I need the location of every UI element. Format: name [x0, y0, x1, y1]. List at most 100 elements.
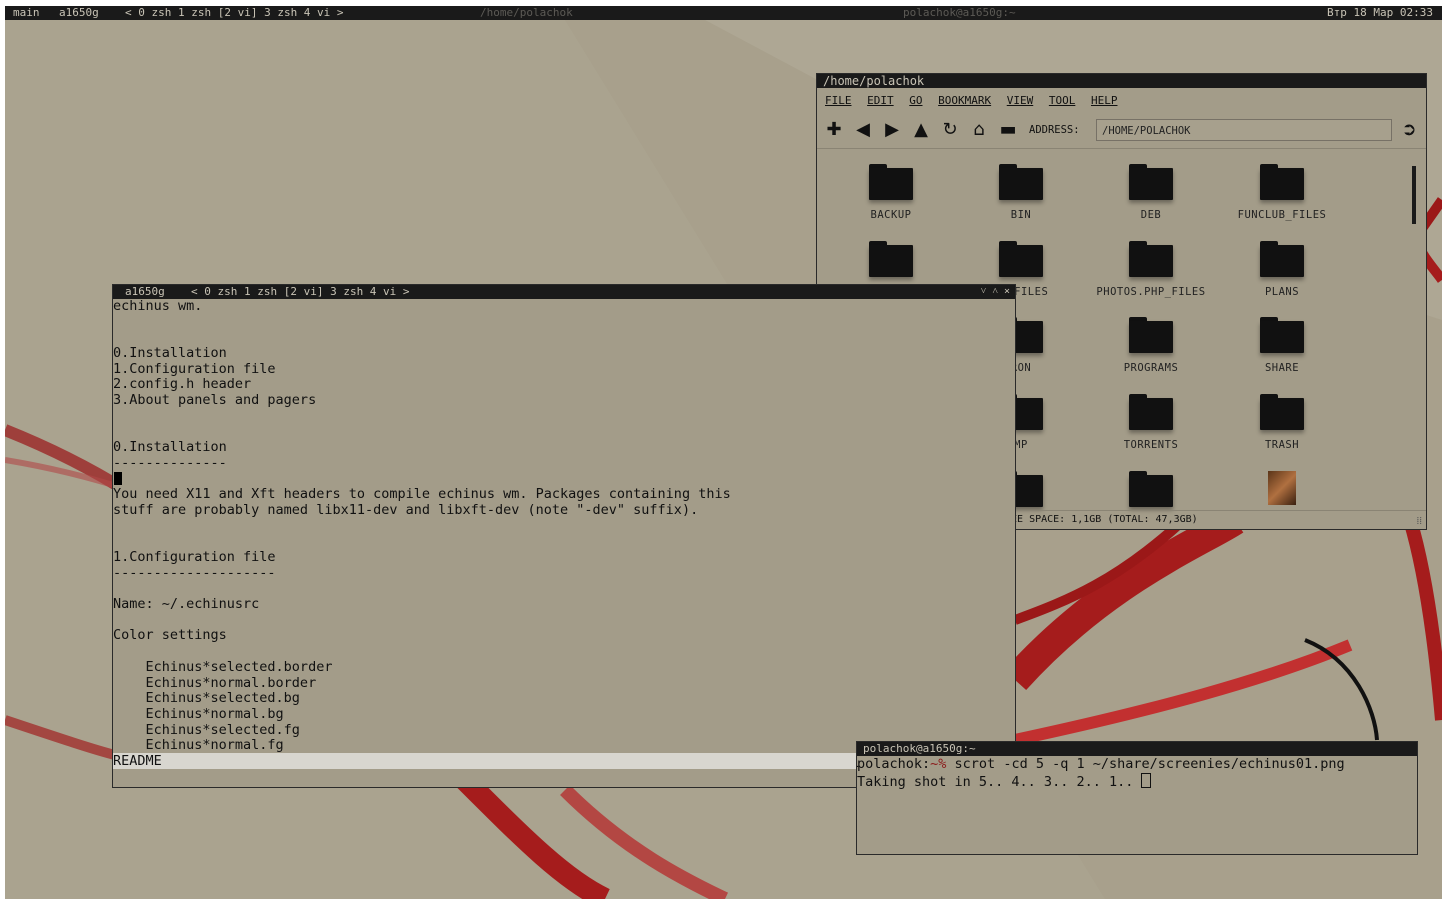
prompt-path: ~% — [930, 756, 947, 772]
folder-item[interactable]: DEB — [1086, 164, 1216, 221]
folder-item[interactable]: BIN — [956, 164, 1086, 221]
vi-line — [113, 519, 1015, 535]
folder-icon — [1260, 241, 1304, 277]
folder-item[interactable]: SHARE — [1217, 317, 1347, 374]
folder-item[interactable] — [826, 241, 956, 277]
vi-text: echinus wm. 0.Installation 1.Configuratio… — [113, 298, 1015, 754]
terminal-tags[interactable]: < 0 zsh 1 zsh [2 vi] 3 zsh 4 vi > — [191, 285, 410, 299]
prompt-user: polachok: — [857, 756, 931, 772]
open-folder-icon[interactable]: ▬ — [997, 119, 1019, 141]
folder-label: BACKUP — [870, 209, 912, 221]
folder-item[interactable]: PROGRAMS — [1086, 317, 1216, 374]
folder-item[interactable] — [1086, 471, 1216, 507]
folder-label: TORRENTS — [1123, 439, 1179, 451]
vi-line — [113, 472, 1015, 488]
shell-terminal-window[interactable]: polachok@a1650g:~ polachok:~% scrot -cd … — [856, 741, 1418, 855]
vi-line — [113, 613, 1015, 629]
up-icon[interactable]: ▲ — [910, 119, 932, 141]
forward-icon[interactable]: ▶ — [881, 119, 903, 141]
vi-line: Name: ~/.echinusrc — [113, 596, 260, 613]
folder-item[interactable]: TORRENTS — [1086, 394, 1216, 451]
folder-item[interactable]: TRASH — [1217, 394, 1347, 451]
image-file-item[interactable] — [1217, 471, 1347, 505]
vi-line — [113, 330, 1015, 346]
vi-buffer[interactable]: echinus wm. 0.Installation 1.Configuratio… — [113, 298, 1015, 787]
folder-icon — [1129, 241, 1173, 277]
folder-icon — [1129, 471, 1173, 507]
back-icon[interactable]: ◀ — [852, 119, 874, 141]
vi-line: -------------- — [113, 454, 227, 471]
folder-item[interactable]: PLANS — [1217, 241, 1347, 298]
vi-line: -------------------- — [113, 564, 276, 581]
folder-label: FUNCLUB_FILES — [1237, 209, 1327, 221]
file-manager-menubar: FILE EDIT GO BOOKMARK VIEW TOOL HELP — [825, 94, 1126, 107]
terminal-host: a1650g — [125, 285, 165, 298]
scrollbar[interactable] — [1412, 166, 1416, 224]
vi-line — [113, 644, 1015, 660]
shell-cursor — [1141, 772, 1152, 788]
folder-item[interactable]: PHOTOS.PHP_FILES — [1086, 241, 1216, 298]
vi-line: Echinus*selected.border — [113, 658, 333, 675]
vi-line: You need X11 and Xft headers to compile … — [113, 486, 731, 503]
vi-line: 0.Installation — [113, 439, 227, 456]
menu-help[interactable]: HELP — [1091, 94, 1118, 107]
vi-line — [113, 581, 1015, 597]
folder-icon — [999, 164, 1043, 200]
vi-line — [113, 534, 1015, 550]
resize-grip-icon[interactable]: ⁞⁞ — [1416, 513, 1422, 529]
vi-line — [113, 315, 1015, 331]
vi-line: 1.Configuration file — [113, 549, 276, 565]
top-status-bar: main a1650g < 0 zsh 1 zsh [2 vi] 3 zsh 4… — [5, 6, 1442, 20]
menu-file[interactable]: FILE — [825, 94, 852, 107]
reload-icon[interactable]: ↻ — [939, 119, 961, 141]
menu-edit[interactable]: EDIT — [867, 94, 894, 107]
folder-label: PROGRAMS — [1123, 362, 1179, 374]
window-controls-icon[interactable]: ˅ ˄ × — [981, 285, 1010, 299]
vi-line: Color settings — [113, 627, 227, 644]
go-icon[interactable]: ➲ — [1398, 119, 1420, 141]
clock: Втр 18 Мар 02:33 — [1327, 6, 1433, 19]
new-icon[interactable]: ✚ — [823, 119, 845, 141]
home-icon[interactable]: ⌂ — [968, 119, 990, 141]
menu-view[interactable]: VIEW — [1007, 94, 1034, 107]
folder-item[interactable]: BACKUP — [826, 164, 956, 221]
menu-bookmark[interactable]: BOOKMARK — [938, 94, 991, 107]
layout-label[interactable]: main — [13, 6, 40, 20]
menu-tool[interactable]: TOOL — [1049, 94, 1076, 107]
vi-line: stuff are probably named libx11-dev and … — [113, 501, 699, 518]
shell-title: polachok@a1650g:~ — [863, 742, 976, 755]
file-manager-toolbar: ✚ ◀ ▶ ▲ ↻ ⌂ ▬ ADDRESS: /HOME/POLACHOK ➲ — [823, 119, 1423, 143]
folder-icon — [869, 164, 913, 200]
vi-terminal-titlebar[interactable]: a1650g < 0 zsh 1 zsh [2 vi] 3 zsh 4 vi >… — [113, 285, 1015, 299]
folder-label: TRASH — [1264, 439, 1300, 451]
folder-label: SHARE — [1264, 362, 1300, 374]
folder-item[interactable]: FUNCLUB_FILES — [1217, 164, 1347, 221]
text-cursor — [114, 472, 122, 485]
folder-label: PLANS — [1264, 286, 1300, 298]
folder-icon — [1129, 164, 1173, 200]
tag-list[interactable]: < 0 zsh 1 zsh [2 vi] 3 zsh 4 vi > — [125, 6, 344, 20]
folder-icon — [869, 241, 913, 277]
shell-terminal-titlebar[interactable]: polachok@a1650g:~ — [857, 742, 1417, 756]
vi-line — [113, 409, 1015, 425]
address-input[interactable]: /HOME/POLACHOK — [1096, 119, 1392, 141]
status-filename: README — [113, 753, 162, 769]
focused-window-title: polachok@a1650g:~ — [903, 6, 1016, 19]
folder-icon — [1260, 164, 1304, 200]
vi-line: Echinus*selected.fg — [113, 721, 300, 738]
vi-line: Echinus*selected.bg — [113, 690, 300, 707]
vi-line: Echinus*normal.bg — [113, 705, 284, 722]
shell-output[interactable]: polachok:~% scrot -cd 5 -q 1 ~/share/scr… — [857, 756, 1417, 790]
vi-status-position: 1 — [857, 755, 859, 772]
vi-terminal-window[interactable]: a1650g < 0 zsh 1 zsh [2 vi] 3 zsh 4 vi >… — [112, 284, 1016, 788]
menu-go[interactable]: GO — [909, 94, 922, 107]
command-text: scrot -cd 5 -q 1 ~/share/screenies/echin… — [946, 756, 1345, 772]
vi-line: Echinus*normal.border — [113, 674, 317, 691]
folder-label: BIN — [1010, 209, 1032, 221]
toolbar-divider — [817, 148, 1426, 149]
folder-icon — [1129, 394, 1173, 430]
file-manager-titlebar[interactable]: /home/polachok — [817, 74, 1426, 88]
output-text: Taking shot in 5.. 4.. 3.. 2.. 1.. — [857, 773, 1142, 790]
folder-icon — [999, 241, 1043, 277]
vi-line: echinus wm. — [113, 298, 203, 314]
